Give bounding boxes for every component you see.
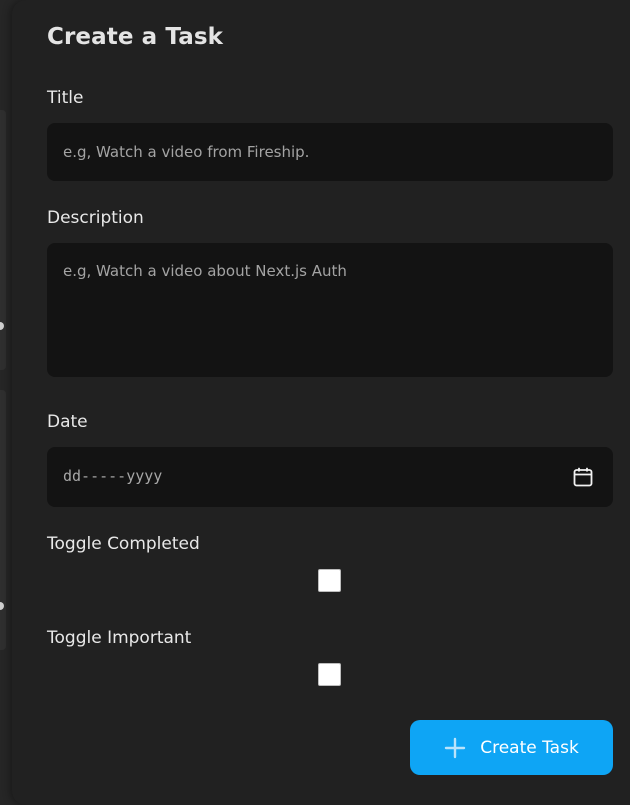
create-task-button[interactable]: Create Task — [410, 720, 613, 775]
description-label: Description — [47, 208, 144, 228]
description-input[interactable] — [47, 243, 613, 377]
background-task-card — [0, 110, 6, 370]
important-label: Toggle Important — [47, 628, 192, 648]
title-input[interactable] — [47, 123, 613, 181]
date-label: Date — [47, 412, 88, 432]
create-task-label: Create Task — [480, 737, 579, 758]
date-placeholder: dd-----yyyy — [63, 467, 163, 485]
date-input[interactable]: dd-----yyyy — [47, 447, 613, 507]
create-task-modal: Create a Task Title Description Date dd-… — [12, 0, 630, 805]
form-title: Create a Task — [47, 24, 224, 50]
important-checkbox[interactable] — [318, 663, 341, 686]
completed-checkbox[interactable] — [318, 569, 341, 592]
plus-icon — [445, 737, 466, 758]
background-task-card — [0, 390, 6, 650]
calendar-icon[interactable] — [572, 466, 594, 488]
completed-label: Toggle Completed — [47, 534, 200, 554]
title-label: Title — [47, 88, 84, 108]
